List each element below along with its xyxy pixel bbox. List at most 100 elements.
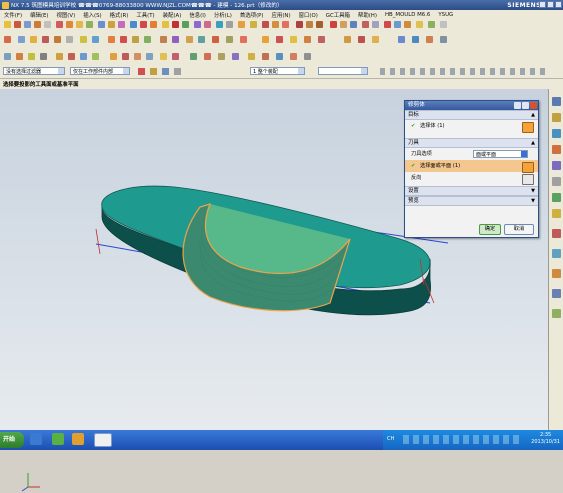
section-preview-header[interactable]: 预览 ▼ <box>405 196 538 206</box>
sketch-icon[interactable] <box>4 21 11 28</box>
section-settings-header[interactable]: 设置 ▼ <box>405 186 538 196</box>
hide-icon[interactable] <box>262 53 269 60</box>
undo-icon[interactable] <box>42 36 49 43</box>
join-icon[interactable] <box>68 53 75 60</box>
menu-help[interactable]: 帮助(H) <box>354 11 381 19</box>
thicken-icon[interactable] <box>120 36 127 43</box>
new-part-icon[interactable] <box>4 36 11 43</box>
chamfer-icon[interactable] <box>172 21 179 28</box>
zoom-icon[interactable] <box>296 21 303 28</box>
cube-orange-icon[interactable] <box>262 36 269 43</box>
menu-tools[interactable]: 工具(T) <box>132 11 158 19</box>
web-browser-icon[interactable] <box>552 177 561 186</box>
offset-face-icon[interactable] <box>204 21 211 28</box>
clock[interactable]: 2:35 2013/10/31 <box>531 432 560 446</box>
extract-icon[interactable] <box>160 36 167 43</box>
sweep-icon[interactable] <box>76 21 83 28</box>
part-navigator-icon[interactable] <box>552 129 561 138</box>
text-icon[interactable] <box>40 53 47 60</box>
view-iso-icon[interactable] <box>426 36 433 43</box>
cube-extend-icon[interactable] <box>344 36 351 43</box>
subtract-icon[interactable] <box>140 21 147 28</box>
through-curves-icon[interactable] <box>110 53 117 60</box>
close-icon[interactable] <box>530 102 537 109</box>
view-top-icon[interactable] <box>412 36 419 43</box>
patch-icon[interactable] <box>144 36 151 43</box>
redo-icon[interactable] <box>54 36 61 43</box>
snap-point-icons[interactable] <box>380 68 550 75</box>
revolve-icon[interactable] <box>66 21 73 28</box>
close-window-button[interactable] <box>555 1 562 8</box>
boss-icon[interactable] <box>98 21 105 28</box>
electrode-icon[interactable] <box>394 21 401 28</box>
shell-icon[interactable] <box>182 21 189 28</box>
cube-trim-icon[interactable] <box>318 36 325 43</box>
selection-mode-icon[interactable] <box>162 68 169 75</box>
constraint-navigator-icon[interactable] <box>552 113 561 122</box>
roles-icon[interactable] <box>552 249 561 258</box>
assembly-navigator-icon[interactable] <box>552 97 561 106</box>
history-icon[interactable] <box>552 193 561 202</box>
cube-offset-icon[interactable] <box>358 36 365 43</box>
ok-button[interactable]: 确定 <box>479 224 501 235</box>
cut-icon[interactable] <box>66 36 73 43</box>
curve-rule-icon[interactable] <box>174 68 181 75</box>
menu-edit[interactable]: 编辑(E) <box>26 11 52 19</box>
cube-section-icon[interactable] <box>304 36 311 43</box>
point-icon[interactable] <box>44 21 51 28</box>
select-body-icon[interactable] <box>522 122 534 133</box>
collapse-icon[interactable] <box>522 102 529 109</box>
minimize-button[interactable] <box>539 1 546 8</box>
menu-format[interactable]: 格式(R) <box>106 11 133 19</box>
face-rule-dropdown[interactable] <box>318 67 368 75</box>
unite-icon[interactable] <box>130 21 137 28</box>
resize-icon[interactable] <box>240 36 247 43</box>
cube-red-icon[interactable] <box>276 36 283 43</box>
reset-icon[interactable] <box>514 102 521 109</box>
copy-icon[interactable] <box>80 36 87 43</box>
csys-icon[interactable] <box>416 21 423 28</box>
menu-assembly[interactable]: 装配(A) <box>159 11 186 19</box>
quicklaunch-bird-icon[interactable] <box>30 433 42 445</box>
sew-icon[interactable] <box>132 36 139 43</box>
tool-select-row[interactable]: ✔ 选择面或平面 (1) <box>405 160 538 173</box>
color-icon[interactable] <box>290 53 297 60</box>
hd3d-tools-icon[interactable] <box>552 161 561 170</box>
section-view-icon[interactable] <box>340 21 347 28</box>
mold-icon[interactable] <box>384 21 391 28</box>
view-right-icon[interactable] <box>440 36 447 43</box>
split-body-icon[interactable] <box>226 21 233 28</box>
transparency-icon[interactable] <box>304 53 311 60</box>
surface-icon[interactable] <box>108 36 115 43</box>
wave-icon[interactable] <box>172 36 179 43</box>
measure-icon[interactable] <box>362 21 369 28</box>
datum-icon[interactable] <box>428 21 435 28</box>
studio-icon[interactable] <box>146 53 153 60</box>
orient-icon[interactable] <box>350 21 357 28</box>
menu-view[interactable]: 视图(V) <box>53 11 80 19</box>
bridge-icon[interactable] <box>56 53 63 60</box>
system-scenes-icon[interactable] <box>552 269 561 278</box>
polyline-icon[interactable] <box>16 53 23 60</box>
menu-ysug[interactable]: YSUG <box>434 12 457 18</box>
trim-sheet-icon[interactable] <box>172 53 179 60</box>
edit-def-icon[interactable] <box>204 53 211 60</box>
spline-icon[interactable] <box>28 53 35 60</box>
sync-icon[interactable] <box>186 36 193 43</box>
start-button[interactable]: 开始 <box>0 432 24 448</box>
offset-curve-icon[interactable] <box>92 53 99 60</box>
input-language[interactable]: CH <box>387 436 394 442</box>
pad-icon[interactable] <box>118 21 125 28</box>
hole-icon[interactable] <box>86 21 93 28</box>
reorder-icon[interactable] <box>232 53 239 60</box>
process-studio-icon[interactable] <box>552 229 561 238</box>
menu-information[interactable]: 信息(I) <box>185 11 210 19</box>
open-icon[interactable] <box>18 36 25 43</box>
tray-icons[interactable] <box>403 435 523 444</box>
menu-window[interactable]: 窗口(O) <box>295 11 322 19</box>
quicklaunch-folder-icon[interactable] <box>72 433 84 445</box>
layer-icon[interactable] <box>330 21 337 28</box>
quicklaunch-ie-icon[interactable] <box>52 433 64 445</box>
menu-preferences[interactable]: 首选项(P) <box>236 11 268 19</box>
taskbar-nx-button[interactable] <box>94 433 112 447</box>
